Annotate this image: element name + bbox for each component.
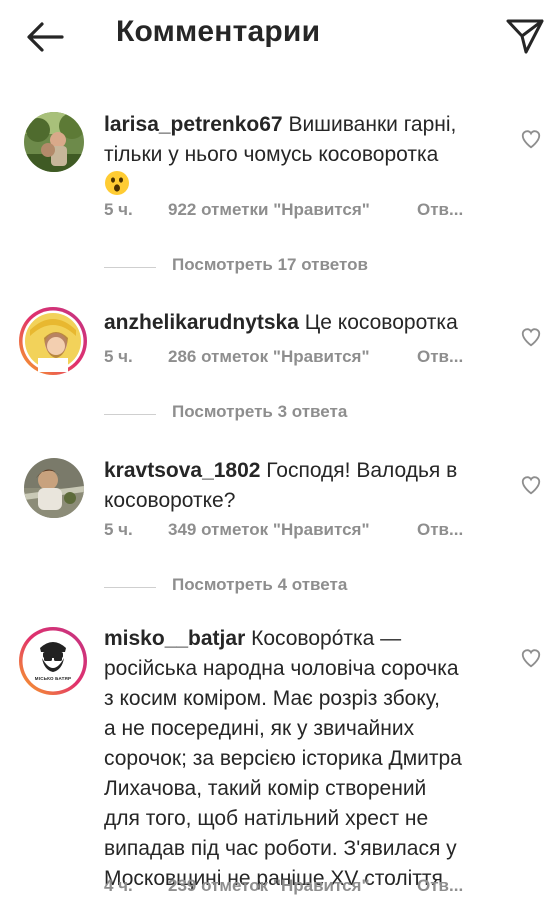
view-replies-label[interactable]: Посмотреть 3 ответа	[172, 402, 347, 422]
comment-username[interactable]: misko__batjar	[104, 627, 245, 650]
divider	[104, 414, 156, 415]
avatar[interactable]: МІСЬКО БАТЯР	[18, 626, 88, 696]
comment-time: 5 ч.	[104, 520, 133, 539]
comment-text: anzhelikarudnytska Це косоворотка	[104, 311, 458, 334]
reply-button[interactable]: Отв...	[417, 520, 463, 540]
divider	[104, 267, 156, 268]
comment-meta: 4 ч. 239 отметок "Нравится" Отв...	[104, 876, 504, 902]
likes-count[interactable]: 349 отметок "Нравится"	[168, 520, 370, 540]
comment-time: 5 ч.	[104, 347, 133, 366]
comment-text: larisa_petrenko67 Вишиванки гарні, тільк…	[104, 110, 504, 200]
likes-count[interactable]: 922 отметки "Нравится"	[168, 200, 370, 220]
avatar[interactable]	[24, 112, 84, 172]
header-bar: Комментарии	[0, 0, 558, 72]
reply-button[interactable]: Отв...	[417, 347, 463, 367]
likes-count[interactable]: 286 отметок "Нравится"	[168, 347, 370, 367]
share-button[interactable]	[500, 12, 548, 58]
paper-plane-icon	[506, 19, 544, 54]
arrow-left-icon	[27, 22, 64, 52]
view-replies-label[interactable]: Посмотреть 17 ответов	[172, 255, 368, 275]
comment-meta: 5 ч. 922 отметки "Нравится" Отв...	[104, 200, 504, 226]
avatar[interactable]	[18, 306, 88, 376]
comment-time: 5 ч.	[104, 200, 133, 219]
reply-button[interactable]: Отв...	[417, 200, 463, 220]
likes-count[interactable]: 239 отметок "Нравится"	[168, 876, 370, 896]
comment-username[interactable]: kravtsova_1802	[104, 459, 260, 482]
heart-icon[interactable]	[520, 474, 542, 496]
astonished-face-icon	[105, 171, 129, 195]
comment-meta: 5 ч. 286 отметок "Нравится" Отв...	[104, 347, 504, 373]
comment-username[interactable]: anzhelikarudnytska	[104, 311, 299, 334]
view-replies[interactable]: Посмотреть 17 ответов	[104, 255, 404, 281]
avatar[interactable]	[24, 458, 84, 518]
reply-button[interactable]: Отв...	[417, 876, 463, 896]
view-replies[interactable]: Посмотреть 4 ответа	[104, 575, 404, 601]
heart-icon[interactable]	[520, 128, 542, 150]
heart-icon[interactable]	[520, 647, 542, 669]
avatar-logo-text: МІСЬКО БАТЯР	[34, 676, 72, 681]
divider	[104, 587, 156, 588]
heart-icon[interactable]	[520, 326, 542, 348]
comment-username[interactable]: larisa_petrenko67	[104, 113, 283, 136]
comment-time: 4 ч.	[104, 876, 133, 895]
comment-text: misko__batjar Косоворо́тка — російська н…	[104, 627, 462, 890]
page-title: Комментарии	[116, 15, 321, 48]
view-replies[interactable]: Посмотреть 3 ответа	[104, 402, 404, 428]
back-button[interactable]	[22, 16, 68, 58]
view-replies-label[interactable]: Посмотреть 4 ответа	[172, 575, 347, 595]
comment-text: kravtsova_1802 Господя! Валодья в косово…	[104, 459, 458, 512]
comment-meta: 5 ч. 349 отметок "Нравится" Отв...	[104, 520, 504, 546]
